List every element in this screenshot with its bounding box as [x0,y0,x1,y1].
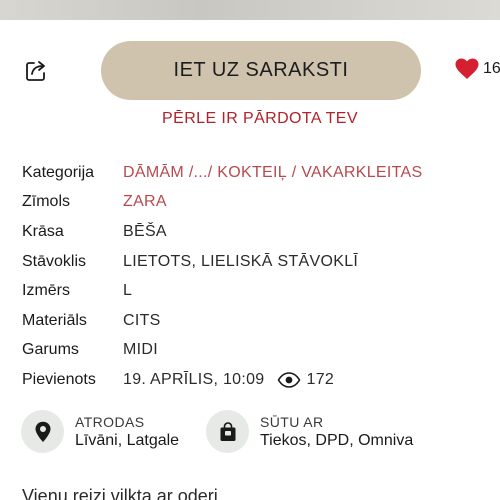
heart-icon [455,58,479,79]
views-count: 172 [306,370,335,388]
detail-label: Izmērs [22,282,70,300]
detail-row-length: Garums MIDI [22,336,500,366]
favorite-count: 16 [483,60,500,77]
shipping-value: Tiekos, DPD, Omniva [260,431,414,449]
location-text: ATRODAS Līvāni, Latgale [75,414,179,450]
location-badge [21,410,64,453]
location-caption: ATRODAS [75,413,145,430]
detail-row-added: Pievienots 19. APRĪLIS, 10:09 172 [22,365,500,395]
favorite-button[interactable]: 16 [455,58,500,80]
crumb-women[interactable]: DĀMĀM [123,164,184,181]
crumb-ellipsis[interactable]: /.../ [189,164,213,181]
location-value: Līvāni, Latgale [75,431,180,449]
detail-row-brand: Zīmols ZARA [22,188,500,218]
detail-row-condition: Stāvoklis LIETOTS, LIELISKĀ STĀVOKLĪ [22,247,500,277]
detail-value: BĒŠA [123,222,167,240]
detail-value: MIDI [123,341,158,359]
detail-label: Krāsa [22,222,64,240]
shipping-card: SŪTU AR Tiekos, DPD, Omniva [206,410,413,453]
location-pin-icon [35,421,50,442]
share-icon [26,61,45,81]
detail-row-material: Materiāls CITS [22,306,500,336]
product-details: Kategorija DĀMĀM /.../ KOKTEIĻ / VAKARKL… [22,158,500,395]
detail-row-category: Kategorija DĀMĀM /.../ KOKTEIĻ / VAKARKL… [22,158,500,188]
detail-label: Materiāls [22,311,87,329]
shipping-badge [206,410,249,453]
sold-notice: PĒRLE IR PĀRDOTA TEV [162,110,358,127]
crumb-cocktail-dresses[interactable]: KOKTEIĻ / VAKARKLEITAS [217,164,422,181]
location-card: ATRODAS Līvāni, Latgale [21,410,179,453]
views-counter: 172 [277,371,335,389]
shipping-text: SŪTU AR Tiekos, DPD, Omniva [260,414,413,450]
category-breadcrumb: DĀMĀM /.../ KOKTEIĻ / VAKARKLEITAS [123,164,422,182]
product-photo[interactable] [0,0,500,20]
shipping-caption: SŪTU AR [260,413,324,430]
detail-row-size: Izmērs L [22,276,500,306]
detail-label: Garums [22,341,79,359]
detail-label: Stāvoklis [22,252,87,270]
detail-label: Pievienots [22,370,96,388]
item-description: Vienu reizi vilkta ar oderi [22,486,218,500]
detail-row-color: Krāsa BĒŠA [22,217,500,247]
detail-label: Zīmols [22,193,70,211]
detail-value: CITS [123,311,161,329]
shopping-bag-icon [220,421,235,441]
brand-link[interactable]: ZARA [123,193,167,211]
share-button[interactable] [22,57,50,85]
detail-value: L [123,282,133,300]
info-cards: ATRODAS Līvāni, Latgale SŪTU AR Tiekos, … [21,410,500,454]
detail-label: Kategorija [22,163,95,181]
detail-value: LIETOTS, LIELISKĀ STĀVOKLĪ [123,252,359,270]
go-to-list-button[interactable]: IET UZ SARAKSTI [101,41,421,100]
action-row: IET UZ SARAKSTI 16 [0,40,500,100]
detail-value: 19. APRĪLIS, 10:09 [123,370,265,388]
eye-icon [277,372,300,388]
